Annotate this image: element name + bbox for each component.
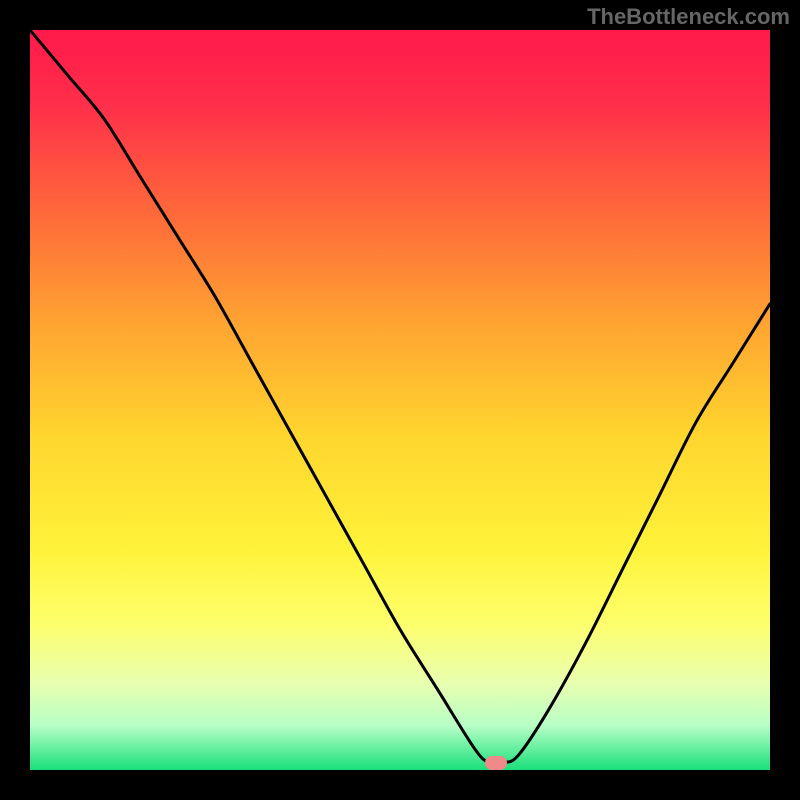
plot-area bbox=[30, 30, 770, 770]
bottleneck-curve bbox=[30, 30, 770, 770]
chart-frame: TheBottleneck.com bbox=[0, 0, 800, 800]
optimal-marker bbox=[485, 756, 507, 770]
attribution-label: TheBottleneck.com bbox=[587, 4, 790, 30]
